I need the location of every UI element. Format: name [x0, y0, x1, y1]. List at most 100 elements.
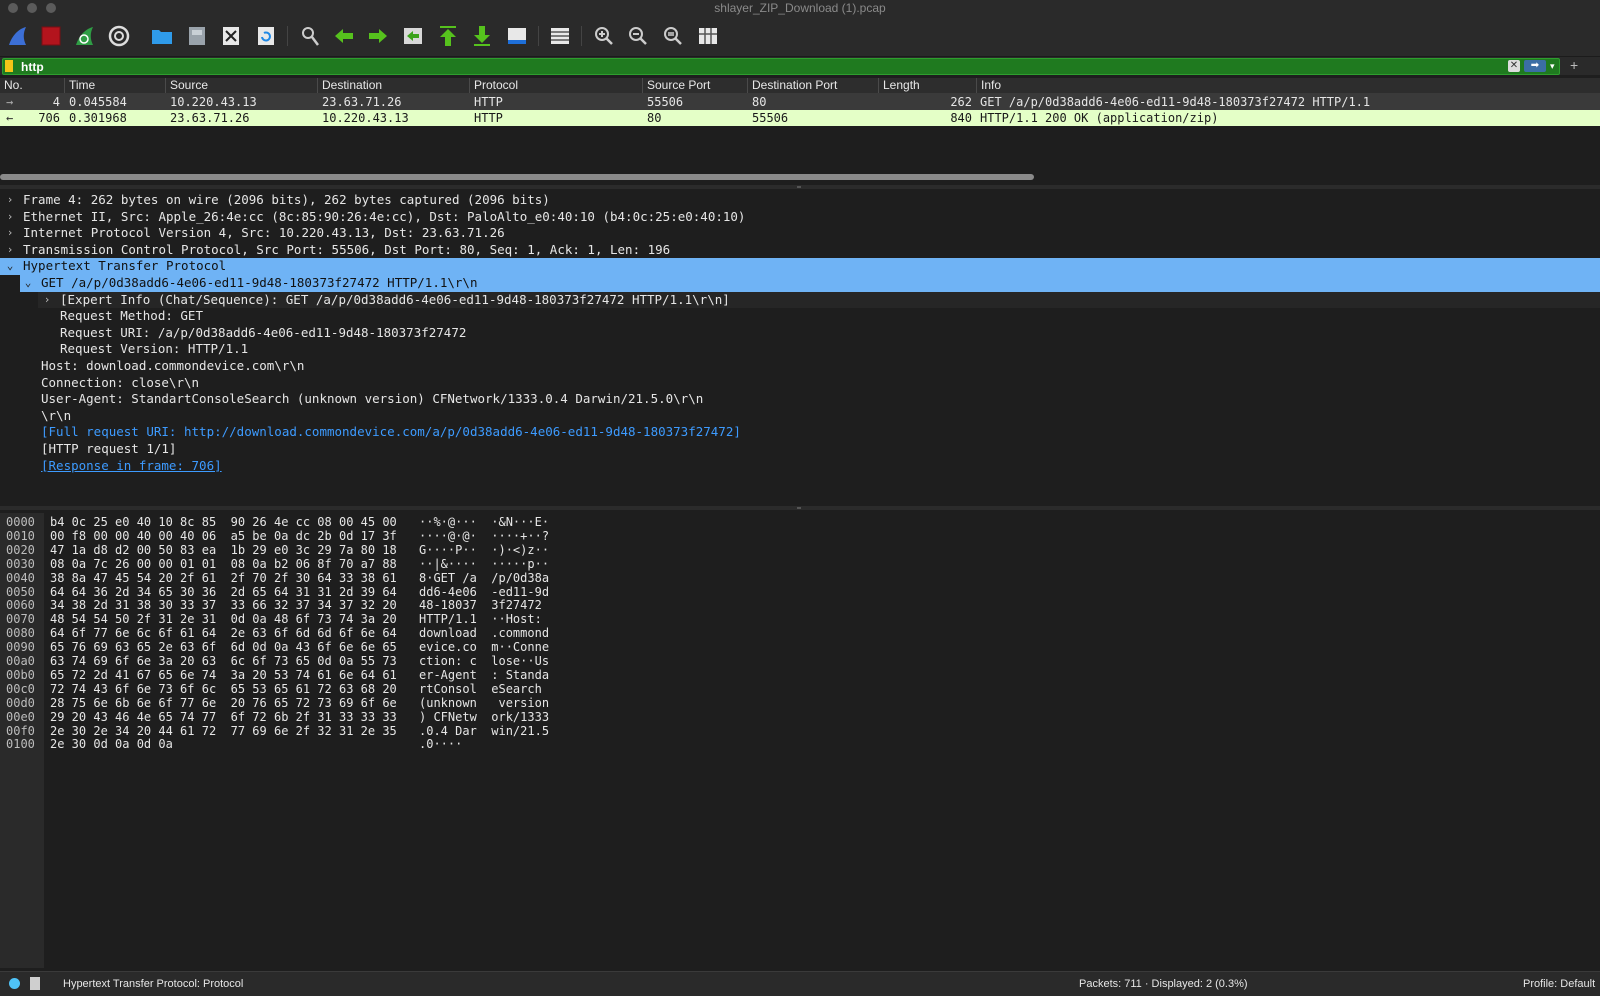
byte-hex[interactable]: 72 74 43 6f 6e 73 6f 6c 65 53 65 61 72 6… [50, 682, 397, 697]
byte-hex[interactable]: 48 54 54 50 2f 31 2e 31 0d 0a 48 6f 73 7… [50, 612, 397, 627]
autoscroll-button[interactable] [505, 24, 529, 48]
detail-connection[interactable]: Connection: close\r\n [0, 375, 1600, 392]
byte-hex[interactable]: 2e 30 0d 0a 0d 0a [50, 737, 173, 752]
go-to-packet-button[interactable] [401, 24, 425, 48]
byte-ascii[interactable]: ··|&···· ·····p·· [419, 557, 549, 572]
minimize-window-button[interactable] [27, 3, 37, 13]
byte-ascii[interactable]: .0.4 Dar win/21.5 [419, 724, 549, 739]
colorize-button[interactable] [548, 24, 572, 48]
byte-ascii[interactable]: (unknown version [419, 696, 549, 711]
bytes-row[interactable]: 0050 64 64 36 2d 34 65 30 36 2d 65 64 31 … [0, 585, 600, 600]
expand-arrow-icon[interactable]: › [5, 225, 15, 242]
restart-capture-button[interactable] [73, 24, 97, 48]
display-filter-input[interactable] [21, 59, 1421, 74]
bytes-row[interactable]: 0000 b4 0c 25 e0 40 10 8c 85 90 26 4e cc … [0, 515, 600, 530]
bytes-row[interactable]: 00a0 63 74 69 6f 6e 3a 20 63 6c 6f 73 65 … [0, 654, 600, 669]
bytes-row[interactable]: 00e0 29 20 43 46 4e 65 74 77 6f 72 6b 2f … [0, 710, 600, 725]
detail-host[interactable]: Host: download.commondevice.com\r\n [0, 358, 1600, 375]
bytes-row[interactable]: 0090 65 76 69 63 65 2e 63 6f 6d 0d 0a 43 … [0, 640, 600, 655]
bytes-row[interactable]: 00d0 28 75 6e 6b 6e 6f 77 6e 20 76 65 72 … [0, 696, 600, 711]
byte-ascii[interactable]: download .commond [419, 626, 549, 641]
detail-expert-info[interactable]: › [Expert Info (Chat/Sequence): GET /a/p… [38, 291, 1600, 309]
byte-ascii[interactable]: evice.co m··Conne [419, 640, 549, 655]
reload-file-button[interactable] [254, 24, 278, 48]
add-filter-button[interactable]: + [1570, 57, 1578, 74]
detail-crlf[interactable]: \r\n [0, 408, 1600, 425]
byte-hex[interactable]: 08 0a 7c 26 00 00 01 01 08 0a b2 06 8f 7… [50, 557, 397, 572]
byte-ascii[interactable]: dd6-4e06 -ed11-9d [419, 585, 549, 600]
packet-row[interactable]: ← 706 0.301968 23.63.71.26 10.220.43.13 … [0, 110, 1600, 126]
byte-hex[interactable]: 65 72 2d 41 67 65 6e 74 3a 20 53 74 61 6… [50, 668, 397, 683]
expand-arrow-icon[interactable]: › [5, 192, 15, 209]
column-header-destination-port[interactable]: Destination Port [747, 78, 878, 93]
go-forward-button[interactable] [366, 24, 390, 48]
detail-request-method[interactable]: Request Method: GET [0, 308, 1600, 325]
byte-hex[interactable]: 2e 30 2e 34 20 44 61 72 77 69 6e 2f 32 3… [50, 724, 397, 739]
detail-http[interactable]: ⌄ Hypertext Transfer Protocol [0, 258, 1600, 275]
zoom-normal-button[interactable] [661, 24, 685, 48]
byte-ascii[interactable]: 8·GET /a /p/0d38a [419, 571, 549, 586]
byte-ascii[interactable]: G····P·· ·)·<)z·· [419, 543, 549, 558]
byte-ascii[interactable]: .0···· [419, 737, 462, 752]
byte-hex[interactable]: 64 64 36 2d 34 65 30 36 2d 65 64 31 31 2… [50, 585, 397, 600]
bytes-row[interactable]: 00b0 65 72 2d 41 67 65 6e 74 3a 20 53 74 … [0, 668, 600, 683]
byte-ascii[interactable]: ) CFNetw ork/1333 [419, 710, 549, 725]
capture-options-button[interactable] [107, 24, 131, 48]
column-header-no[interactable]: No. [0, 78, 64, 93]
column-header-destination[interactable]: Destination [317, 78, 469, 93]
detail-frame[interactable]: › Frame 4: 262 bytes on wire (2096 bits)… [0, 192, 1600, 209]
bytes-row[interactable]: 00f0 2e 30 2e 34 20 44 61 72 77 69 6e 2f … [0, 724, 600, 739]
byte-ascii[interactable]: er-Agent : Standa [419, 668, 549, 683]
clear-filter-button[interactable]: ✕ [1508, 60, 1520, 72]
byte-hex[interactable]: 00 f8 00 00 40 00 40 06 a5 be 0a dc 2b 0… [50, 529, 397, 544]
column-header-time[interactable]: Time [64, 78, 165, 93]
packet-row[interactable]: → 4 0.045584 10.220.43.13 23.63.71.26 HT… [0, 94, 1600, 110]
full-request-uri-link[interactable]: [Full request URI: http://download.commo… [41, 424, 741, 441]
byte-hex[interactable]: 64 6f 77 6e 6c 6f 61 64 2e 63 6f 6d 6d 6… [50, 626, 397, 641]
bytes-row[interactable]: 0100 2e 30 0d 0a 0d 0a .0···· [0, 737, 600, 752]
bytes-row[interactable]: 0010 00 f8 00 00 40 00 40 06 a5 be 0a dc … [0, 529, 600, 544]
start-capture-button[interactable] [6, 24, 30, 48]
close-file-button[interactable] [219, 24, 243, 48]
column-header-length[interactable]: Length [878, 78, 976, 93]
collapse-arrow-icon[interactable]: ⌄ [5, 258, 15, 275]
go-back-button[interactable] [332, 24, 356, 48]
detail-request-uri[interactable]: Request URI: /a/p/0d38add6-4e06-ed11-9d4… [0, 325, 1600, 342]
stop-capture-button[interactable] [39, 24, 63, 48]
byte-ascii[interactable]: ··%·@··· ·&N···E· [419, 515, 549, 530]
pane-splitter[interactable] [0, 185, 1600, 189]
column-header-source-port[interactable]: Source Port [642, 78, 747, 93]
byte-hex[interactable]: 29 20 43 46 4e 65 74 77 6f 72 6b 2f 31 3… [50, 710, 397, 725]
filter-history-dropdown[interactable]: ▾ [1550, 59, 1560, 74]
column-header-info[interactable]: Info [976, 78, 1600, 93]
close-window-button[interactable] [8, 3, 18, 13]
zoom-out-button[interactable] [626, 24, 650, 48]
byte-ascii[interactable]: ····@·@· ····+··? [419, 529, 549, 544]
byte-ascii[interactable]: 48-18037 3f27472 [419, 598, 549, 613]
expert-info-status-icon[interactable] [9, 978, 20, 989]
detail-full-request-uri[interactable]: [Full request URI: http://download.commo… [0, 424, 1600, 441]
detail-request-version[interactable]: Request Version: HTTP/1.1 [0, 341, 1600, 358]
response-frame-link[interactable]: [Response in frame: 706] [41, 458, 222, 475]
find-packet-button[interactable] [298, 24, 322, 48]
detail-response-in-frame[interactable]: [Response in frame: 706] [0, 458, 1600, 475]
horizontal-scrollbar[interactable] [0, 174, 1034, 180]
detail-user-agent[interactable]: User-Agent: StandartConsoleSearch (unkno… [0, 391, 1600, 408]
zoom-in-button[interactable] [592, 24, 616, 48]
apply-filter-button[interactable]: ➡ [1524, 60, 1546, 72]
byte-hex[interactable]: 65 76 69 63 65 2e 63 6f 6d 0d 0a 43 6f 6… [50, 640, 397, 655]
byte-hex[interactable]: 63 74 69 6f 6e 3a 20 63 6c 6f 73 65 0d 0… [50, 654, 397, 669]
detail-http-request-count[interactable]: [HTTP request 1/1] [0, 441, 1600, 458]
detail-tcp[interactable]: › Transmission Control Protocol, Src Por… [0, 242, 1600, 259]
open-file-button[interactable] [150, 24, 174, 48]
bytes-row[interactable]: 0070 48 54 54 50 2f 31 2e 31 0d 0a 48 6f … [0, 612, 600, 627]
bytes-row[interactable]: 0020 47 1a d8 d2 00 50 83 ea 1b 29 e0 3c … [0, 543, 600, 558]
zoom-window-button[interactable] [46, 3, 56, 13]
save-file-button[interactable] [185, 24, 209, 48]
bytes-row[interactable]: 0080 64 6f 77 6e 6c 6f 61 64 2e 63 6f 6d … [0, 626, 600, 641]
column-header-protocol[interactable]: Protocol [469, 78, 642, 93]
pane-splitter[interactable] [0, 506, 1600, 510]
last-packet-button[interactable] [470, 24, 494, 48]
detail-http-request-line[interactable]: ⌄ GET /a/p/0d38add6-4e06-ed11-9d48-18037… [20, 275, 1600, 292]
first-packet-button[interactable] [436, 24, 460, 48]
